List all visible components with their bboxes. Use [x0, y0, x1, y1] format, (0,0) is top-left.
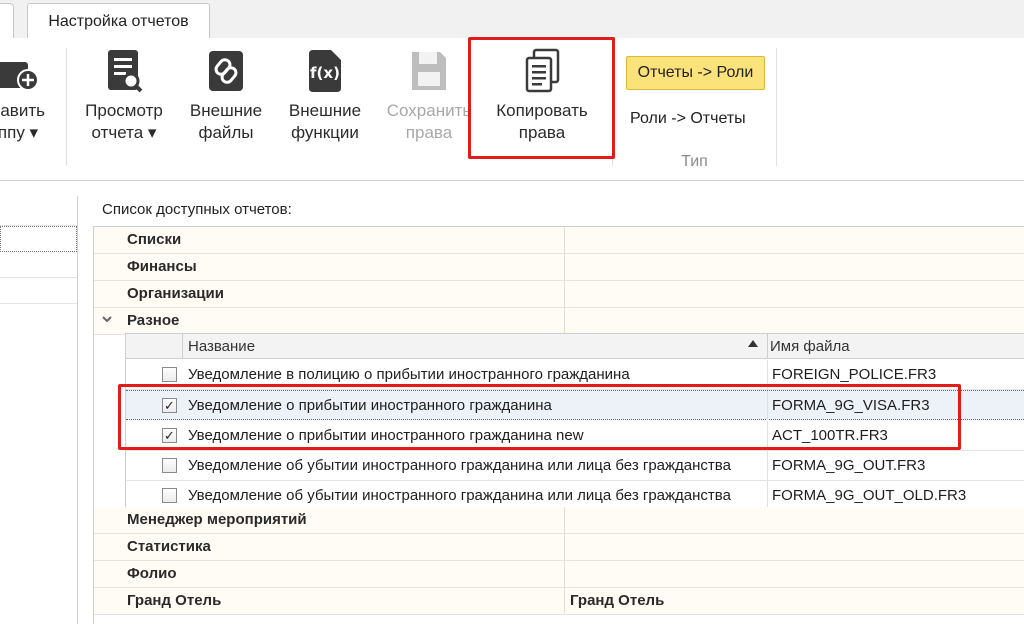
- save-icon: [409, 48, 449, 94]
- group-row[interactable]: Организации: [94, 281, 1024, 308]
- table-row[interactable]: ✓ Уведомление о прибытии иностранного гр…: [126, 421, 1024, 451]
- column-header-file[interactable]: Имя файла: [770, 338, 850, 355]
- function-icon: f(x): [305, 48, 345, 94]
- row-checkbox[interactable]: ✓: [162, 398, 177, 413]
- group-row[interactable]: Гранд Отель Гранд Отель: [94, 588, 1024, 615]
- type-group-label: Тип: [681, 153, 708, 170]
- external-files-button[interactable]: Внешние файлы: [183, 48, 269, 144]
- link-icon: [206, 48, 246, 94]
- table-row[interactable]: Уведомление в полицию о прибытии иностра…: [126, 360, 1024, 390]
- group-row-expanded[interactable]: Разное: [94, 308, 1024, 335]
- copy-rights-button[interactable]: Копировать права: [488, 48, 596, 144]
- group-row[interactable]: Статистика: [94, 534, 1024, 561]
- group-row[interactable]: Финансы: [94, 254, 1024, 281]
- add-group-button[interactable]: бавить ппу ▾: [0, 48, 50, 144]
- column-header-name[interactable]: Название: [188, 338, 255, 355]
- type-roles-to-reports-option[interactable]: Роли -> Отчеты: [630, 108, 765, 130]
- reports-list-title: Список доступных отчетов:: [102, 201, 292, 218]
- left-panel: [0, 196, 78, 624]
- row-checkbox[interactable]: ✓: [162, 428, 177, 443]
- left-panel-row[interactable]: [0, 278, 77, 304]
- table-row[interactable]: Уведомление об убытии иностранного гражд…: [126, 451, 1024, 481]
- ribbon-separator: [776, 48, 777, 166]
- copy-documents-icon: [522, 48, 562, 94]
- sort-ascending-icon: [748, 340, 758, 347]
- folder-add-icon: [0, 48, 39, 94]
- sub-table: Название Имя файла Уведомление в полицию…: [125, 333, 1024, 511]
- view-report-button[interactable]: Просмотр отчета ▾: [78, 48, 170, 144]
- group-row[interactable]: Менеджер мероприятий: [94, 507, 1024, 534]
- row-checkbox[interactable]: [162, 458, 177, 473]
- group-row[interactable]: Списки: [94, 227, 1024, 254]
- chevron-down-icon[interactable]: [101, 311, 113, 330]
- tab-report-settings[interactable]: Настройка отчетов: [27, 3, 210, 39]
- left-panel-row[interactable]: [0, 252, 77, 278]
- save-rights-button[interactable]: Сохранить права: [383, 48, 475, 144]
- svg-text:f(x): f(x): [310, 64, 340, 82]
- type-reports-to-roles-option[interactable]: Отчеты -> Роли: [626, 56, 765, 90]
- group-row[interactable]: Фолио: [94, 561, 1024, 588]
- ribbon-separator: [612, 48, 613, 166]
- row-checkbox[interactable]: [162, 367, 177, 382]
- report-preview-icon: [104, 48, 144, 94]
- row-checkbox[interactable]: [162, 488, 177, 503]
- external-functions-button[interactable]: f(x) Внешние функции: [280, 48, 370, 144]
- ribbon-toolbar: бавить ппу ▾ Просмотр отчета ▾: [0, 38, 1024, 181]
- tab-previous[interactable]: [0, 3, 14, 39]
- tab-bar: Настройка отчетов: [0, 0, 1024, 39]
- sub-table-header: Название Имя файла: [126, 333, 1024, 359]
- left-panel-row[interactable]: [0, 196, 77, 226]
- ribbon-separator: [66, 48, 67, 166]
- reports-grid: Списки Финансы Организации Разное Назван…: [93, 226, 1024, 624]
- table-row[interactable]: ✓ Уведомление о прибытии иностранного гр…: [126, 390, 1024, 420]
- left-panel-row-selected[interactable]: [0, 226, 77, 252]
